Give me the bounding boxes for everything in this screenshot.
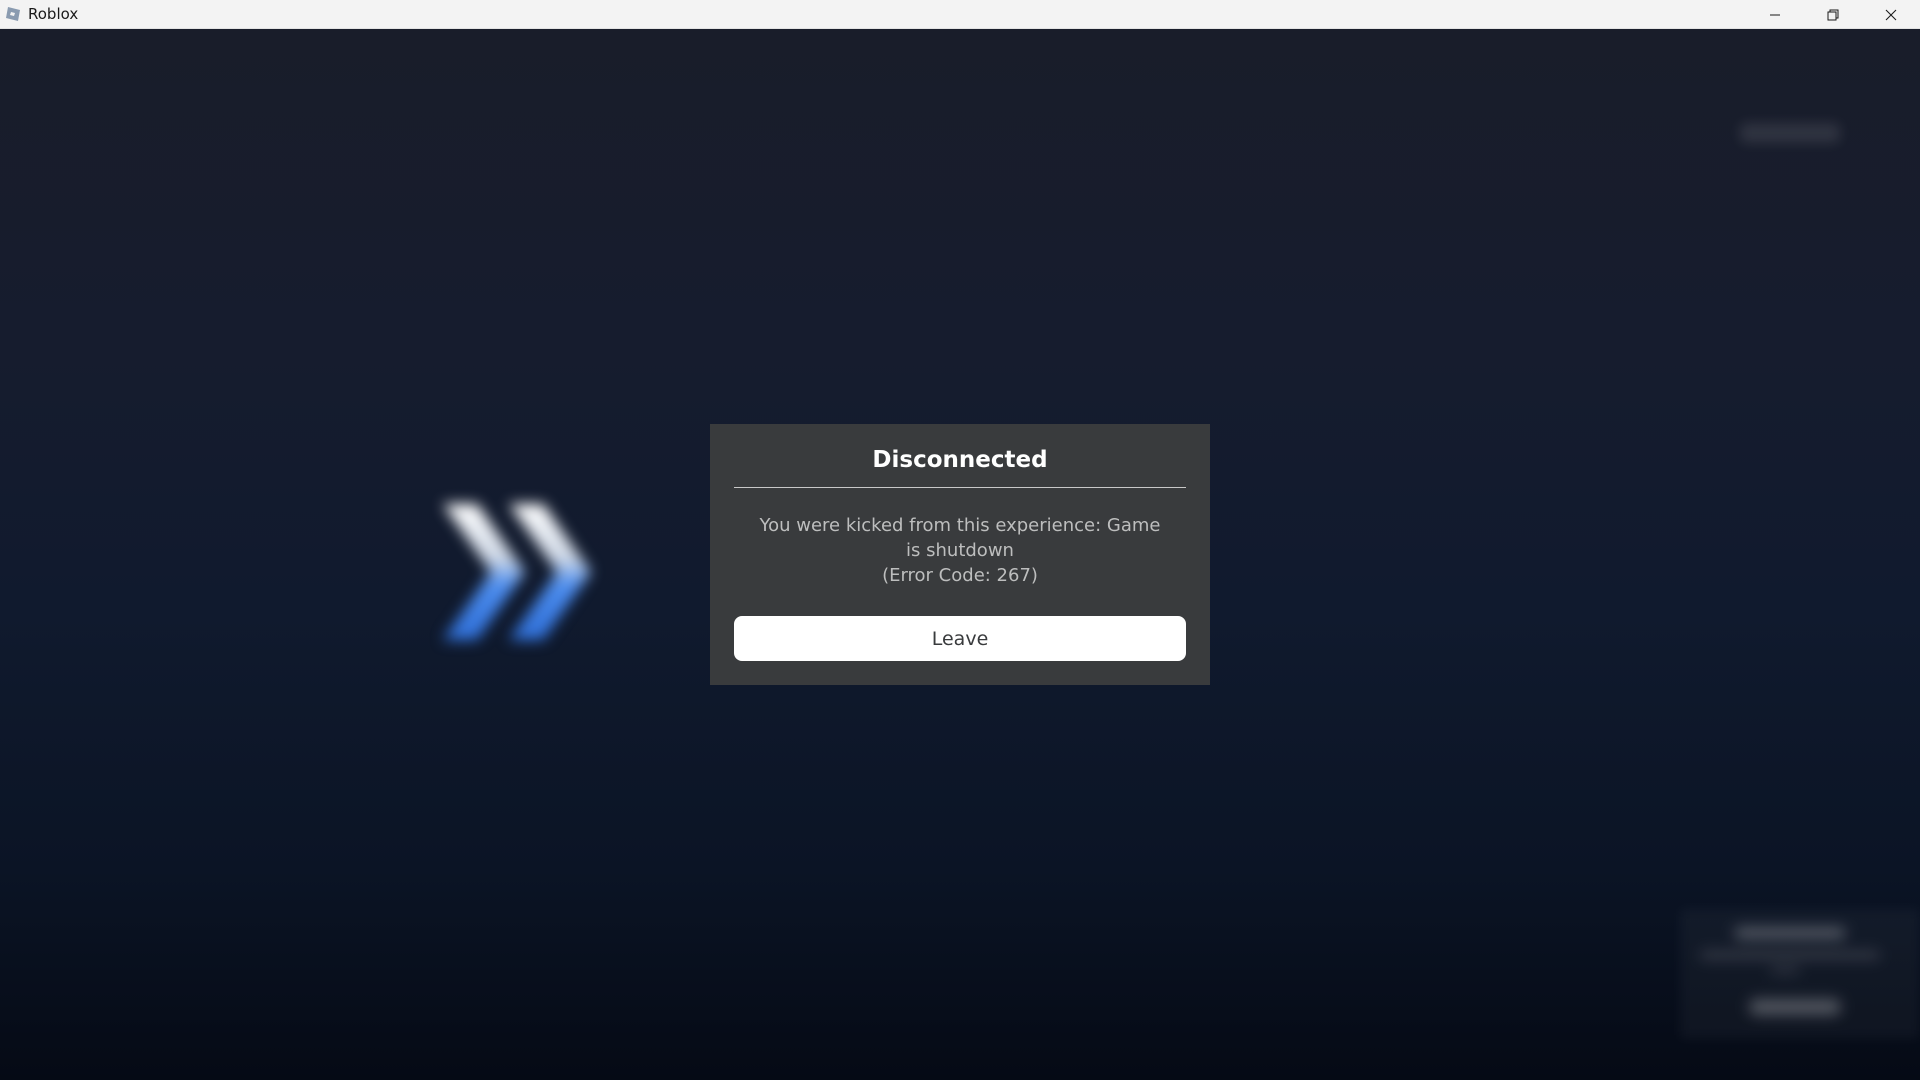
- error-code: (Error Code: 267): [882, 565, 1038, 586]
- title-bar[interactable]: Roblox: [0, 0, 1920, 29]
- minimize-icon: [1770, 14, 1780, 15]
- leave-button[interactable]: Leave: [734, 616, 1186, 661]
- dialog-divider: [734, 487, 1186, 488]
- window-title: Roblox: [28, 5, 79, 23]
- game-viewport: Disconnected You were kicked from this e…: [0, 29, 1920, 1080]
- roblox-app-icon: [4, 5, 22, 23]
- minimize-button[interactable]: [1746, 0, 1804, 29]
- window-controls: [1746, 0, 1920, 29]
- close-icon: [1885, 9, 1897, 20]
- disconnected-dialog: Disconnected You were kicked from this e…: [710, 424, 1210, 685]
- blurred-hud-panel: [1680, 909, 1920, 1039]
- restore-icon: [1827, 9, 1839, 20]
- dialog-message: You were kicked from this experience: Ga…: [759, 515, 1161, 561]
- restore-button[interactable]: [1804, 0, 1862, 29]
- dialog-title: Disconnected: [872, 447, 1048, 473]
- blurred-hud-label: [1740, 123, 1840, 143]
- double-chevron-icon: [425, 484, 605, 664]
- close-button[interactable]: [1862, 0, 1920, 29]
- roblox-window: Roblox Disconnected You were kicked from…: [0, 0, 1920, 1080]
